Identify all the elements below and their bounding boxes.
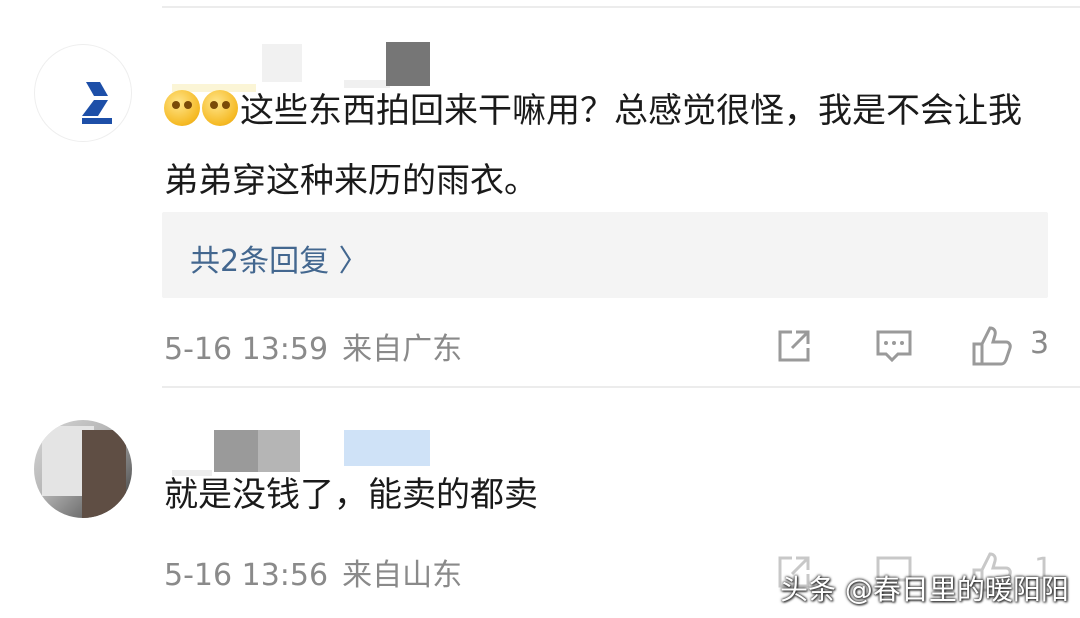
reply-box[interactable]: 共2条回复 〉	[162, 212, 1048, 298]
comment-text: 就是没钱了，能卖的都卖	[164, 460, 1044, 530]
avatar[interactable]	[34, 44, 132, 142]
grinning-face-icon	[202, 90, 238, 126]
top-divider	[162, 6, 1080, 8]
avatar-photo	[82, 430, 126, 518]
comment-body: 这些东西拍回来干嘛用？总感觉很怪，我是不会让我弟弟穿这种来历的雨衣。	[164, 91, 1022, 201]
comment-meta: 5-16 13:56 来自山东	[164, 550, 476, 594]
view-replies-link[interactable]: 共2条回复 〉	[190, 236, 369, 280]
grinning-face-icon	[164, 90, 200, 126]
comment-icon[interactable]	[874, 326, 914, 366]
comment-location: 来自广东	[342, 332, 463, 367]
comment-date: 5-16 13:56	[164, 558, 329, 593]
comment-meta: 5-16 13:59 来自广东	[164, 324, 476, 368]
share-icon[interactable]	[774, 326, 814, 366]
comment-date: 5-16 13:59	[164, 332, 329, 367]
like-count: 3	[1030, 326, 1050, 361]
section-divider	[162, 386, 1080, 388]
avatar[interactable]	[34, 420, 132, 518]
comment-body: 就是没钱了，能卖的都卖	[164, 475, 538, 515]
watermark: 头条 @春日里的暖阳阳	[780, 573, 1069, 606]
comment-location: 来自山东	[342, 558, 463, 593]
like-icon[interactable]	[970, 324, 1014, 368]
comment-text: 这些东西拍回来干嘛用？总感觉很怪，我是不会让我弟弟穿这种来历的雨衣。	[164, 76, 1044, 216]
brand-logo-icon	[82, 82, 112, 124]
